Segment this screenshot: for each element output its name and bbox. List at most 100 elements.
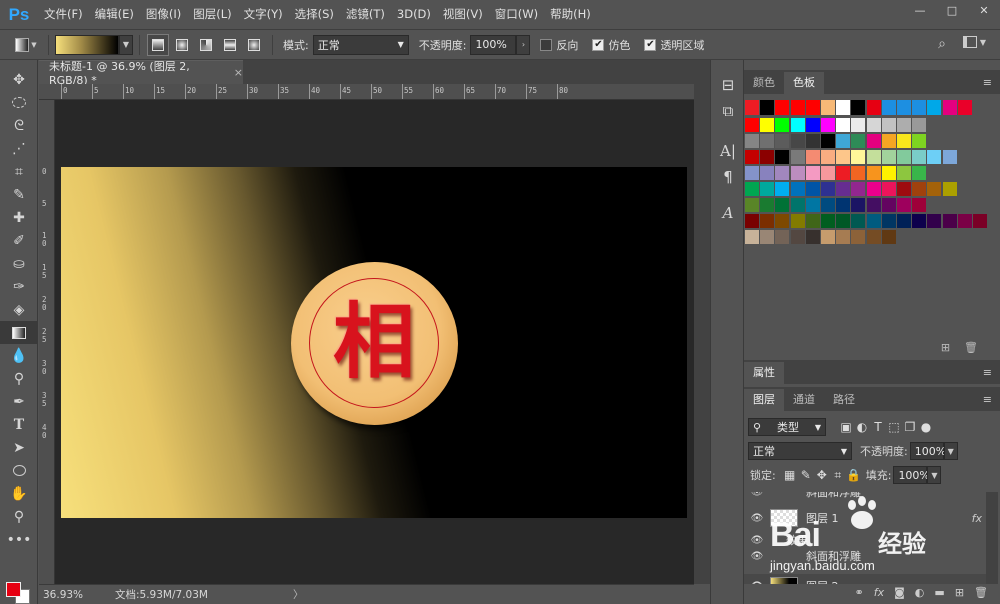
color-swatch[interactable] [942, 100, 957, 115]
color-swatch[interactable] [775, 198, 790, 212]
color-swatch[interactable] [775, 150, 790, 164]
color-swatch[interactable] [821, 214, 835, 228]
color-swatch[interactable] [836, 198, 851, 212]
color-swatch[interactable] [775, 100, 790, 115]
fill-input[interactable]: 100% [893, 466, 930, 484]
color-swatch[interactable] [866, 134, 881, 148]
move-tool[interactable]: ✥ [0, 68, 38, 91]
pen-tool[interactable]: ✒ [0, 390, 38, 413]
color-swatch[interactable] [821, 198, 835, 212]
tool-preset-picker[interactable]: ▼ [11, 34, 41, 56]
color-swatch[interactable] [881, 198, 896, 212]
tab-properties[interactable]: 属性 [744, 362, 784, 384]
color-swatch[interactable] [897, 214, 911, 228]
color-swatch[interactable] [912, 118, 927, 132]
color-swatch[interactable] [836, 150, 851, 164]
layer-opacity-input[interactable]: 100% [909, 442, 946, 460]
color-swatch[interactable] [775, 182, 790, 196]
tab-paths[interactable]: 路径 [824, 389, 864, 411]
color-swatch[interactable] [912, 100, 927, 115]
color-swatch[interactable] [836, 100, 851, 115]
pixel-filter-icon[interactable]: ▣ [838, 419, 854, 435]
color-swatch[interactable] [851, 198, 866, 212]
color-swatch[interactable] [775, 230, 790, 244]
color-swatch[interactable] [790, 134, 805, 148]
menu-edit[interactable]: 编辑(E) [89, 0, 140, 29]
color-swatch[interactable] [881, 230, 896, 244]
gradient-preview[interactable] [55, 34, 119, 55]
color-swatch[interactable] [775, 214, 790, 228]
document-tab[interactable]: 未标题-1 @ 36.9% (图层 2, RGB/8) * × [39, 60, 243, 87]
color-selector[interactable] [6, 582, 32, 604]
effect-row[interactable]: 👁 斜面和浮雕 [744, 492, 986, 500]
color-swatch[interactable] [851, 134, 866, 148]
color-swatch[interactable] [805, 134, 820, 148]
color-swatch[interactable] [851, 150, 866, 164]
color-swatch[interactable] [927, 100, 942, 115]
color-swatch[interactable] [821, 182, 835, 196]
color-swatch[interactable] [790, 230, 805, 244]
color-swatch[interactable] [881, 118, 896, 132]
color-swatch[interactable] [897, 198, 911, 212]
color-swatch[interactable] [790, 118, 805, 132]
color-swatch[interactable] [790, 198, 805, 212]
blend-mode-select[interactable]: 正常 ▼ [748, 442, 852, 460]
color-swatch[interactable] [912, 134, 927, 148]
reverse-checkbox[interactable] [540, 38, 553, 51]
hand-tool[interactable]: ✋ [0, 482, 38, 505]
color-swatch[interactable] [760, 198, 775, 212]
color-swatch[interactable] [851, 214, 866, 228]
color-swatch[interactable] [821, 134, 835, 148]
color-swatch[interactable] [805, 150, 820, 164]
color-swatch[interactable] [836, 166, 851, 180]
color-swatch[interactable] [927, 150, 942, 164]
color-swatch[interactable] [851, 182, 866, 196]
color-swatch[interactable] [942, 214, 957, 228]
close-document-icon[interactable]: × [234, 66, 243, 79]
lock-transparent-icon[interactable]: ▦ [782, 467, 798, 483]
color-swatch[interactable] [821, 118, 835, 132]
color-swatch[interactable] [790, 100, 805, 115]
dither-checkbox[interactable]: ✔ [592, 38, 605, 51]
color-swatch[interactable] [897, 182, 911, 196]
fill-dropdown[interactable]: ▼ [927, 466, 942, 484]
color-swatch[interactable] [760, 230, 775, 244]
color-swatch[interactable] [760, 100, 775, 115]
panel-menu-icon[interactable]: ≡ [983, 76, 992, 89]
color-swatch[interactable] [897, 150, 911, 164]
blur-tool[interactable]: 💧 [0, 344, 38, 367]
color-swatch[interactable] [881, 134, 896, 148]
canvas-scrollbar[interactable] [694, 84, 710, 584]
color-swatch[interactable] [821, 230, 835, 244]
color-swatch[interactable] [881, 100, 896, 115]
status-menu-arrow[interactable]: 〉 [293, 587, 304, 602]
color-swatch[interactable] [745, 230, 759, 244]
color-swatch[interactable] [745, 118, 759, 132]
color-swatch[interactable] [866, 198, 881, 212]
workspace-switcher[interactable]: ▼ [962, 36, 986, 48]
adjustment-filter-icon[interactable]: ◐ [854, 419, 870, 435]
linear-gradient-button[interactable] [147, 33, 169, 56]
color-swatch[interactable] [760, 214, 775, 228]
visibility-eye-icon[interactable]: 👁 [744, 492, 770, 498]
angle-gradient-button[interactable] [195, 34, 217, 56]
eyedropper-tool[interactable]: ✎ [0, 183, 38, 206]
lasso-tool[interactable]: ᘓ [0, 114, 38, 137]
lock-image-icon[interactable]: ✎ [798, 467, 814, 483]
menu-3d[interactable]: 3D(D) [391, 0, 437, 29]
shape-filter-icon[interactable]: ⬚ [886, 419, 902, 435]
color-swatch[interactable] [745, 150, 759, 164]
color-swatch[interactable] [912, 214, 927, 228]
smart-object-filter-icon[interactable]: ❐ [902, 419, 918, 435]
color-swatch[interactable] [836, 134, 851, 148]
color-swatch[interactable] [851, 118, 866, 132]
link-layers-icon[interactable]: ⚭ [855, 586, 864, 599]
color-swatch[interactable] [836, 214, 851, 228]
color-swatch[interactable] [805, 198, 820, 212]
layer-row[interactable]: 👁 图层 1 fx [744, 506, 986, 530]
menu-layer[interactable]: 图层(L) [187, 0, 237, 29]
opacity-input[interactable]: 100% [470, 34, 517, 55]
reflected-gradient-button[interactable] [219, 34, 241, 56]
color-swatch[interactable] [760, 166, 775, 180]
menu-image[interactable]: 图像(I) [140, 0, 187, 29]
